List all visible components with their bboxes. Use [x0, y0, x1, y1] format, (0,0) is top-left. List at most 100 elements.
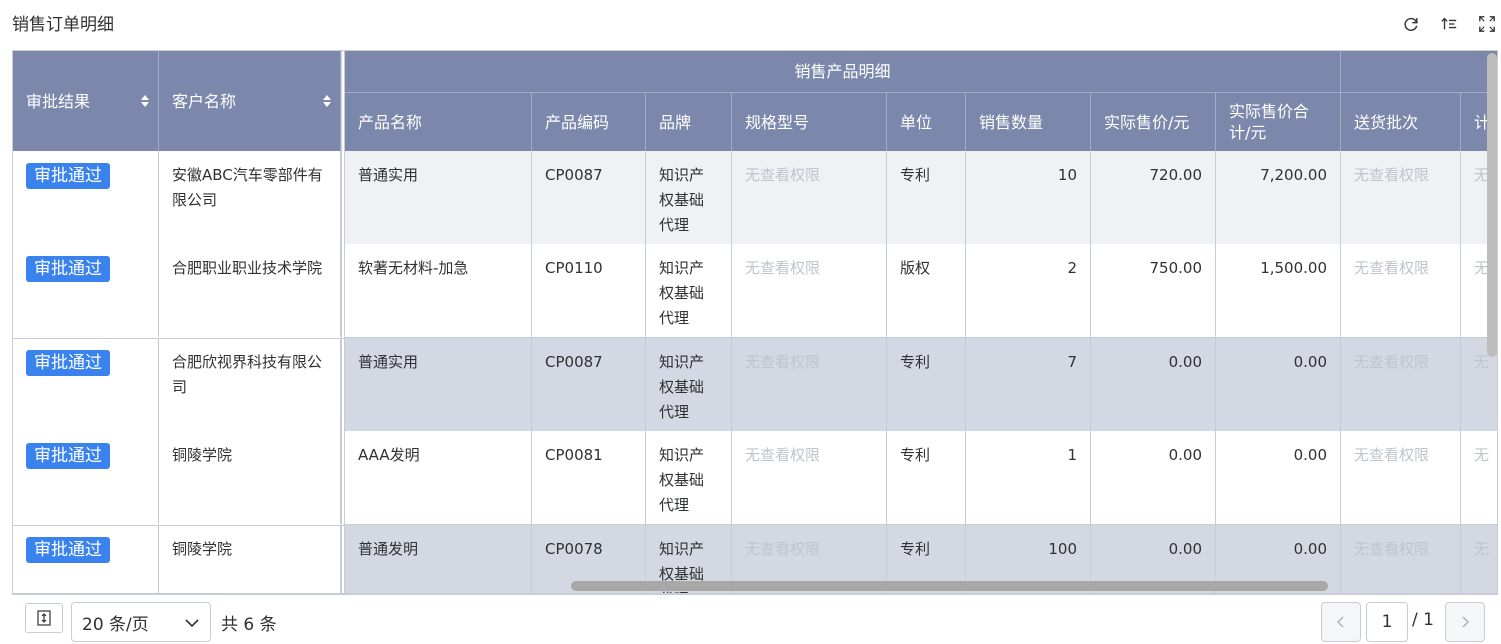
header-qty-label: 销售数量: [979, 112, 1044, 132]
fixed-column-divider: [341, 51, 345, 593]
cell-product-name: 软著无材料-加急: [345, 244, 532, 337]
status-badge: 审批通过: [26, 537, 110, 563]
chevron-right-icon: [1462, 616, 1470, 628]
cell-unit: 专利: [887, 431, 966, 524]
cell-price: 0.00: [1091, 431, 1216, 524]
horizontal-scrollbar[interactable]: [571, 581, 1328, 591]
header-approval[interactable]: 审批结果: [13, 51, 159, 151]
header-qty[interactable]: 销售数量: [966, 93, 1091, 151]
cell-price: 750.00: [1091, 244, 1216, 337]
header-product-code[interactable]: 产品编码: [532, 93, 646, 151]
customer-name-cell: 铜陵学院: [159, 525, 341, 593]
cell-batch: 无查看权限: [1341, 431, 1461, 524]
cell-partial: 无: [1461, 525, 1497, 593]
customer-name-cell: 合肥职业职业技术学院: [159, 244, 341, 337]
header-brand[interactable]: 品牌: [646, 93, 732, 151]
cell-partial: 无: [1461, 431, 1497, 524]
cell-product-name: AAA发明: [345, 431, 532, 524]
cell-qty: 2: [966, 244, 1091, 337]
fullscreen-button[interactable]: [1477, 14, 1497, 34]
cell-spec: 无查看权限: [732, 338, 887, 431]
header-spec[interactable]: 规格型号: [732, 93, 887, 151]
sort-list-icon: [1441, 17, 1457, 30]
header-customer[interactable]: 客户名称: [159, 51, 341, 151]
page-count: / 1: [1412, 610, 1434, 630]
customer-name-cell: 安徽ABC汽车零部件有限公司: [159, 151, 341, 244]
cell-qty: 7: [966, 338, 1091, 431]
cell-total: 1,500.00: [1216, 244, 1341, 337]
cell-batch: 无查看权限: [1341, 244, 1461, 337]
header-spec-label: 规格型号: [745, 112, 810, 132]
status-badge: 审批通过: [26, 256, 110, 282]
cell-product-name: 普通实用: [345, 151, 532, 244]
prev-page-button[interactable]: [1321, 602, 1361, 642]
cell-qty: 10: [966, 151, 1091, 244]
fullscreen-icon: [1479, 16, 1495, 32]
chevron-down-icon: [185, 619, 199, 628]
cell-total: 0.00: [1216, 338, 1341, 431]
customer-name-cell: 铜陵学院: [159, 431, 341, 524]
column-settings-button[interactable]: [25, 603, 63, 633]
sort-button[interactable]: [1439, 14, 1459, 34]
cell-batch: 无查看权限: [1341, 151, 1461, 244]
header-price[interactable]: 实际售价/元: [1091, 93, 1216, 151]
page-size-select[interactable]: 20 条/页: [71, 602, 211, 642]
status-badge: 审批通过: [26, 163, 110, 189]
group-divider: [13, 525, 345, 526]
cell-price: 0.00: [1091, 338, 1216, 431]
cell-spec: 无查看权限: [732, 151, 887, 244]
header-total-label: 实际售价合计/元: [1229, 102, 1310, 142]
header-product-code-label: 产品编码: [545, 112, 610, 132]
status-badge: 审批通过: [26, 443, 110, 469]
sales-order-grid: 审批结果 客户名称 销售产品明细 产品名称 产品编码 品牌 规格型号 单位 销售…: [12, 50, 1498, 594]
group-divider: [13, 338, 345, 339]
header-total[interactable]: 实际售价合计/元: [1216, 93, 1341, 151]
header-price-label: 实际售价/元: [1104, 112, 1190, 132]
cell-spec: 无查看权限: [732, 431, 887, 524]
cell-brand: 知识产权基础代理: [646, 338, 732, 431]
cell-product-name: 普通发明: [345, 525, 532, 593]
header-customer-label: 客户名称: [172, 91, 237, 111]
cell-batch: 无查看权限: [1341, 525, 1461, 593]
header-brand-label: 品牌: [659, 112, 692, 132]
header-batch-label: 送货批次: [1354, 112, 1419, 132]
vertical-scrollbar[interactable]: [1487, 53, 1497, 357]
cell-brand: 知识产权基础代理: [646, 151, 732, 244]
cell-price: 720.00: [1091, 151, 1216, 244]
cell-brand: 知识产权基础代理: [646, 244, 732, 337]
column-height-icon: [37, 610, 51, 626]
cell-product-code: CP0087: [532, 151, 646, 244]
header-product-name[interactable]: 产品名称: [345, 93, 532, 151]
status-badge: 审批通过: [26, 350, 110, 376]
page-title: 销售订单明细: [12, 15, 114, 35]
header-unit-label: 单位: [900, 112, 933, 132]
header-group-next: [1341, 51, 1497, 93]
header-unit[interactable]: 单位: [887, 93, 966, 151]
header-group-label: 销售产品明细: [794, 62, 891, 81]
toolbar: [1401, 14, 1497, 34]
header-approval-label: 审批结果: [26, 91, 91, 111]
pagination-bar: 20 条/页 共 6 条 1 / 1: [12, 594, 1498, 644]
refresh-icon: [1404, 17, 1418, 31]
header-group-sales-products: 销售产品明细: [345, 51, 1341, 93]
sort-caret-icon: [141, 95, 149, 107]
cell-batch: 无查看权限: [1341, 338, 1461, 431]
cell-total: 0.00: [1216, 431, 1341, 524]
cell-qty: 1: [966, 431, 1091, 524]
cell-spec: 无查看权限: [732, 244, 887, 337]
next-page-button[interactable]: [1445, 602, 1485, 642]
customer-name-cell: 合肥欣视界科技有限公司: [159, 338, 341, 431]
refresh-button[interactable]: [1401, 14, 1421, 34]
cell-product-code: CP0110: [532, 244, 646, 337]
cell-unit: 版权: [887, 244, 966, 337]
cell-unit: 专利: [887, 151, 966, 244]
cell-product-code: CP0081: [532, 431, 646, 524]
cell-product-name: 普通实用: [345, 338, 532, 431]
cell-product-code: CP0087: [532, 338, 646, 431]
cell-brand: 知识产权基础代理: [646, 431, 732, 524]
page-number-input[interactable]: 1: [1366, 602, 1408, 642]
header-batch[interactable]: 送货批次: [1341, 93, 1461, 151]
page-size-value: 20 条/页: [82, 614, 149, 635]
total-count: 共 6 条: [221, 615, 277, 635]
header-product-name-label: 产品名称: [358, 112, 423, 132]
